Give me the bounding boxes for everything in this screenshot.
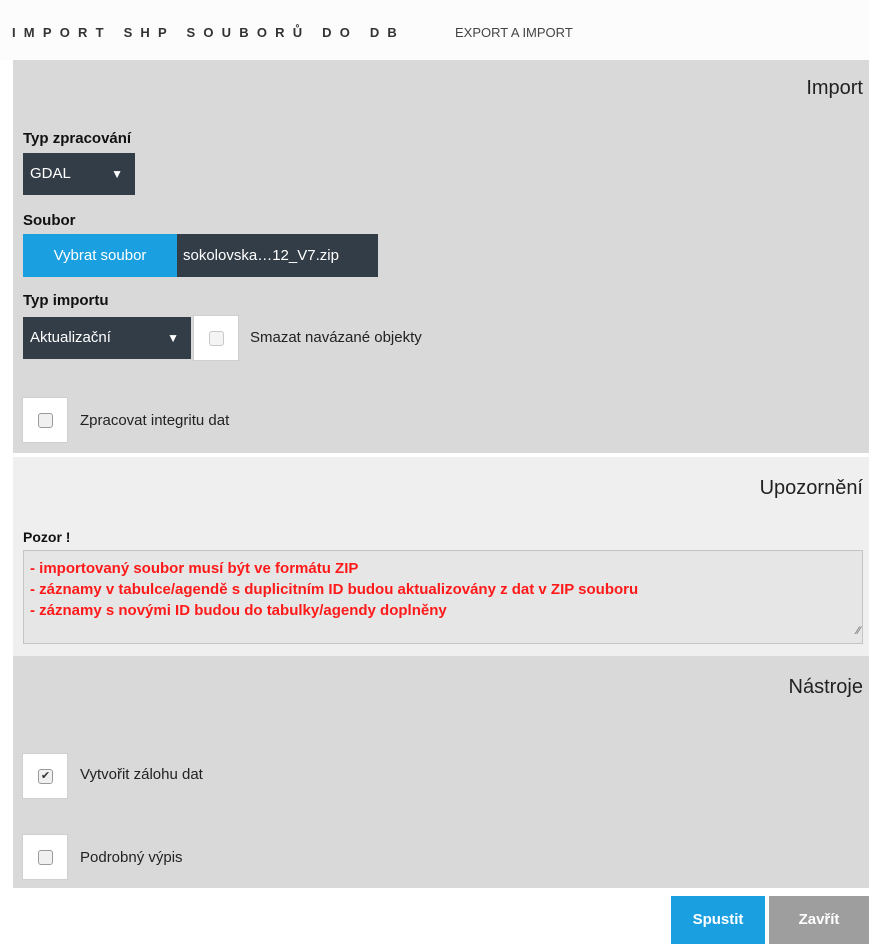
import-panel-title: Import bbox=[806, 77, 863, 99]
choose-file-button[interactable]: Vybrat soubor bbox=[23, 234, 177, 277]
checkbox-box bbox=[209, 331, 224, 346]
tools-panel-title: Nástroje bbox=[788, 676, 863, 698]
verbose-label: Podrobný výpis bbox=[80, 849, 183, 866]
chevron-down-icon: ▼ bbox=[111, 167, 123, 181]
file-label: Soubor bbox=[23, 212, 76, 229]
run-button[interactable]: Spustit bbox=[671, 896, 765, 944]
import-type-select[interactable]: Aktualizační ▼ bbox=[23, 317, 191, 359]
integrity-label: Zpracovat integritu dat bbox=[80, 412, 230, 429]
tools-panel: Nástroje ✔ Vytvořit zálohu dat Podrobný … bbox=[13, 656, 869, 888]
backup-label: Vytvořit zálohu dat bbox=[80, 766, 203, 783]
warning-textarea[interactable]: - importovaný soubor musí být ve formátu… bbox=[23, 550, 863, 644]
chevron-down-icon: ▼ bbox=[167, 331, 179, 345]
processing-type-value: GDAL bbox=[30, 165, 71, 182]
dialog-title: IMPORT SHP SOUBORŮ DO DB bbox=[12, 25, 406, 40]
checkmark-icon: ✔ bbox=[38, 769, 53, 784]
processing-type-select[interactable]: GDAL ▼ bbox=[23, 153, 135, 195]
import-panel: Import Typ zpracování GDAL ▼ Soubor Vybr… bbox=[13, 60, 869, 453]
resize-grip-icon[interactable]: ⁄⁄ bbox=[856, 621, 860, 642]
verbose-checkbox[interactable] bbox=[22, 834, 68, 880]
processing-type-label: Typ zpracování bbox=[23, 130, 132, 147]
close-button[interactable]: Zavřít bbox=[769, 896, 869, 944]
dialog-subtitle: EXPORT A IMPORT bbox=[455, 25, 573, 40]
dialog-header: IMPORT SHP SOUBORŮ DO DB EXPORT A IMPORT bbox=[0, 0, 869, 60]
warning-line: - záznamy s novými ID budou do tabulky/a… bbox=[30, 602, 447, 619]
checkbox-box bbox=[38, 850, 53, 865]
checkbox-box bbox=[38, 413, 53, 428]
warning-line: - záznamy v tabulce/agendě s duplicitním… bbox=[30, 581, 639, 598]
delete-linked-checkbox[interactable] bbox=[193, 315, 239, 361]
import-type-value: Aktualizační bbox=[30, 329, 111, 346]
warning-panel-title: Upozornění bbox=[759, 477, 863, 499]
backup-checkbox[interactable]: ✔ bbox=[22, 753, 68, 799]
warning-line: - importovaný soubor musí být ve formátu… bbox=[30, 560, 359, 577]
warning-label: Pozor ! bbox=[23, 529, 71, 545]
warning-panel: Upozornění Pozor ! - importovaný soubor … bbox=[13, 457, 869, 656]
delete-linked-label: Smazat navázané objekty bbox=[250, 329, 422, 346]
import-type-label: Typ importu bbox=[23, 292, 109, 309]
integrity-checkbox[interactable] bbox=[22, 397, 68, 443]
selected-file-name: sokolovska…12_V7.zip bbox=[177, 234, 378, 277]
